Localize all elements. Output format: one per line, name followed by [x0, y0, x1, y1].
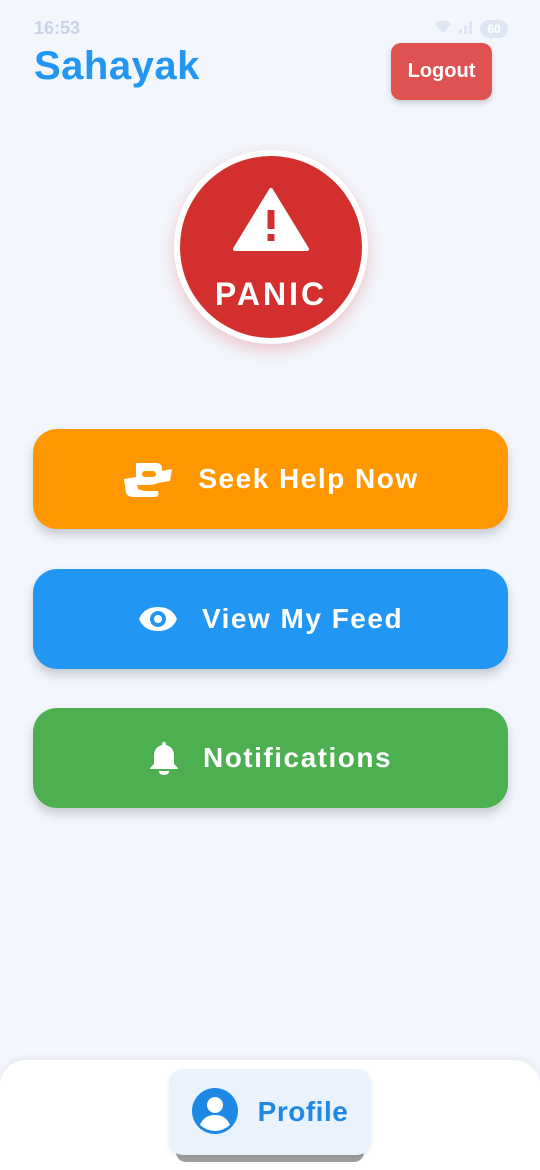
- profile-button[interactable]: Profile: [169, 1069, 371, 1155]
- view-feed-button[interactable]: View My Feed: [33, 569, 508, 669]
- notifications-button[interactable]: Notifications: [33, 708, 508, 808]
- logout-button[interactable]: Logout: [391, 43, 492, 100]
- status-icons: 60: [434, 18, 508, 39]
- eye-icon: [138, 606, 178, 632]
- user-avatar-icon: [191, 1087, 238, 1137]
- profile-label: Profile: [257, 1096, 349, 1127]
- panic-label: PANIC: [214, 276, 328, 312]
- status-bar: 16:53 60: [34, 18, 508, 42]
- view-feed-label: View My Feed: [201, 603, 404, 634]
- notifications-label: Notifications: [202, 742, 393, 773]
- seek-help-label: Seek Help Now: [198, 463, 419, 494]
- warning-icon: [233, 188, 309, 251]
- seek-help-button[interactable]: Seek Help Now: [33, 429, 508, 529]
- wifi-icon: [434, 18, 452, 39]
- status-time: 16:53: [34, 18, 81, 38]
- signal-icon: [458, 18, 474, 39]
- helping-hands-icon: [122, 459, 174, 499]
- app-title: Sahayak: [34, 44, 200, 88]
- battery-icon: 60: [480, 19, 508, 38]
- panic-button[interactable]: PANIC: [180, 156, 362, 338]
- bell-icon: [149, 740, 179, 776]
